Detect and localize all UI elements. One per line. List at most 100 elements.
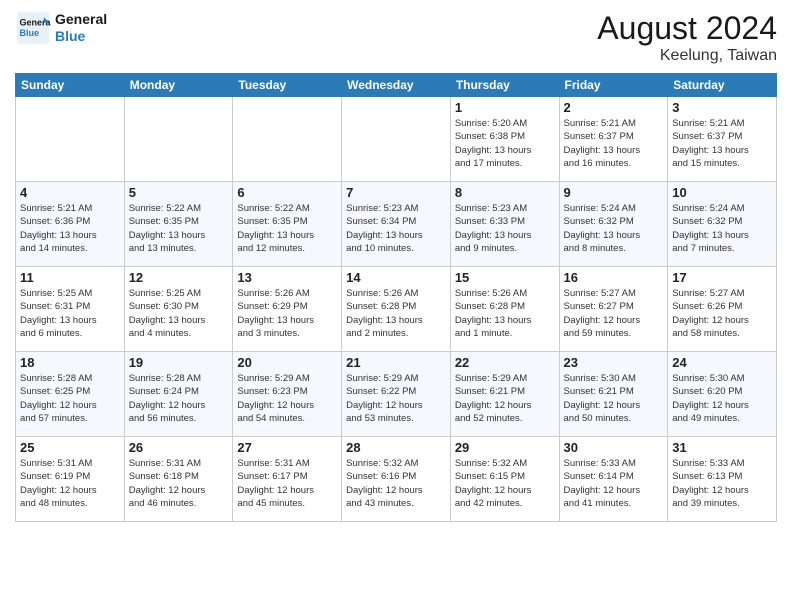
calendar-table: SundayMondayTuesdayWednesdayThursdayFrid…	[15, 73, 777, 522]
day-info: Sunrise: 5:23 AM Sunset: 6:34 PM Dayligh…	[346, 202, 446, 255]
day-info: Sunrise: 5:29 AM Sunset: 6:21 PM Dayligh…	[455, 372, 555, 425]
day-number: 29	[455, 440, 555, 455]
day-number: 19	[129, 355, 229, 370]
day-info: Sunrise: 5:30 AM Sunset: 6:21 PM Dayligh…	[564, 372, 664, 425]
col-header-wednesday: Wednesday	[342, 74, 451, 97]
day-cell: 14Sunrise: 5:26 AM Sunset: 6:28 PM Dayli…	[342, 267, 451, 352]
day-info: Sunrise: 5:28 AM Sunset: 6:24 PM Dayligh…	[129, 372, 229, 425]
day-number: 13	[237, 270, 337, 285]
day-info: Sunrise: 5:31 AM Sunset: 6:19 PM Dayligh…	[20, 457, 120, 510]
week-row-4: 18 Sunrise: 5:28 AM Sunset: 6:25 PM Dayli…	[16, 352, 777, 437]
day-number: 30	[564, 440, 664, 455]
col-header-saturday: Saturday	[668, 74, 777, 97]
day-info: Sunrise: 5:24 AM Sunset: 6:32 PM Dayligh…	[564, 202, 664, 255]
day-number: 26	[129, 440, 229, 455]
logo-blue: Blue	[55, 28, 107, 45]
col-header-thursday: Thursday	[450, 74, 559, 97]
day-number: 18	[20, 355, 120, 370]
day-cell: 5Sunrise: 5:22 AM Sunset: 6:35 PM Daylig…	[124, 182, 233, 267]
day-info: Sunrise: 5:29 AM Sunset: 6:22 PM Dayligh…	[346, 372, 446, 425]
day-cell: 21 Sunrise: 5:29 AM Sunset: 6:22 PM Dayli…	[342, 352, 451, 437]
day-number: 27	[237, 440, 337, 455]
day-info: Sunrise: 5:33 AM Sunset: 6:13 PM Dayligh…	[672, 457, 772, 510]
day-info: Sunrise: 5:33 AM Sunset: 6:14 PM Dayligh…	[564, 457, 664, 510]
day-number: 24	[672, 355, 772, 370]
day-cell: 20 Sunrise: 5:29 AM Sunset: 6:23 PM Dayli…	[233, 352, 342, 437]
day-cell: 12 Sunrise: 5:25 AM Sunset: 6:30 PM Dayli…	[124, 267, 233, 352]
day-info: Sunrise: 5:22 AM Sunset: 6:35 PM Dayligh…	[237, 202, 337, 255]
day-info: Sunrise: 5:24 AM Sunset: 6:32 PM Dayligh…	[672, 202, 772, 255]
day-cell: 4 Sunrise: 5:21 AM Sunset: 6:36 PM Daylig…	[16, 182, 125, 267]
day-number: 5	[129, 185, 229, 200]
col-header-friday: Friday	[559, 74, 668, 97]
day-cell: 10 Sunrise: 5:24 AM Sunset: 6:32 PM Dayli…	[668, 182, 777, 267]
day-cell: 31 Sunrise: 5:33 AM Sunset: 6:13 PM Dayli…	[668, 437, 777, 522]
page: General Blue General Blue August 2024 Ke…	[0, 0, 792, 532]
day-number: 6	[237, 185, 337, 200]
day-cell: 29Sunrise: 5:32 AM Sunset: 6:15 PM Dayli…	[450, 437, 559, 522]
header: General Blue General Blue August 2024 Ke…	[15, 10, 777, 65]
day-info: Sunrise: 5:25 AM Sunset: 6:30 PM Dayligh…	[129, 287, 229, 340]
day-info: Sunrise: 5:23 AM Sunset: 6:33 PM Dayligh…	[455, 202, 555, 255]
day-number: 7	[346, 185, 446, 200]
day-info: Sunrise: 5:20 AM Sunset: 6:38 PM Dayligh…	[455, 117, 555, 170]
logo-icon: General Blue	[15, 10, 51, 46]
day-number: 17	[672, 270, 772, 285]
day-cell: 28 Sunrise: 5:32 AM Sunset: 6:16 PM Dayli…	[342, 437, 451, 522]
day-cell: 9 Sunrise: 5:24 AM Sunset: 6:32 PM Daylig…	[559, 182, 668, 267]
day-number: 3	[672, 100, 772, 115]
day-info: Sunrise: 5:29 AM Sunset: 6:23 PM Dayligh…	[237, 372, 337, 425]
week-row-5: 25Sunrise: 5:31 AM Sunset: 6:19 PM Dayli…	[16, 437, 777, 522]
day-cell: 15Sunrise: 5:26 AM Sunset: 6:28 PM Dayli…	[450, 267, 559, 352]
col-header-monday: Monday	[124, 74, 233, 97]
day-cell: 16Sunrise: 5:27 AM Sunset: 6:27 PM Dayli…	[559, 267, 668, 352]
logo: General Blue General Blue	[15, 10, 107, 46]
day-cell: 11Sunrise: 5:25 AM Sunset: 6:31 PM Dayli…	[16, 267, 125, 352]
day-info: Sunrise: 5:21 AM Sunset: 6:37 PM Dayligh…	[672, 117, 772, 170]
day-number: 21	[346, 355, 446, 370]
day-number: 4	[20, 185, 120, 200]
day-cell: 24 Sunrise: 5:30 AM Sunset: 6:20 PM Dayli…	[668, 352, 777, 437]
day-number: 28	[346, 440, 446, 455]
header-row: SundayMondayTuesdayWednesdayThursdayFrid…	[16, 74, 777, 97]
day-info: Sunrise: 5:27 AM Sunset: 6:26 PM Dayligh…	[672, 287, 772, 340]
day-info: Sunrise: 5:31 AM Sunset: 6:18 PM Dayligh…	[129, 457, 229, 510]
day-info: Sunrise: 5:30 AM Sunset: 6:20 PM Dayligh…	[672, 372, 772, 425]
day-number: 11	[20, 270, 120, 285]
day-cell: 25Sunrise: 5:31 AM Sunset: 6:19 PM Dayli…	[16, 437, 125, 522]
day-number: 31	[672, 440, 772, 455]
title-block: August 2024 Keelung, Taiwan	[597, 10, 777, 65]
day-number: 22	[455, 355, 555, 370]
day-number: 8	[455, 185, 555, 200]
day-cell: 3 Sunrise: 5:21 AM Sunset: 6:37 PM Daylig…	[668, 97, 777, 182]
svg-text:Blue: Blue	[20, 28, 40, 38]
day-info: Sunrise: 5:28 AM Sunset: 6:25 PM Dayligh…	[20, 372, 120, 425]
day-info: Sunrise: 5:21 AM Sunset: 6:37 PM Dayligh…	[564, 117, 664, 170]
day-info: Sunrise: 5:32 AM Sunset: 6:16 PM Dayligh…	[346, 457, 446, 510]
day-info: Sunrise: 5:21 AM Sunset: 6:36 PM Dayligh…	[20, 202, 120, 255]
day-number: 20	[237, 355, 337, 370]
day-number: 23	[564, 355, 664, 370]
day-cell: 27Sunrise: 5:31 AM Sunset: 6:17 PM Dayli…	[233, 437, 342, 522]
day-number: 12	[129, 270, 229, 285]
week-row-3: 11Sunrise: 5:25 AM Sunset: 6:31 PM Dayli…	[16, 267, 777, 352]
day-number: 1	[455, 100, 555, 115]
day-cell: 23 Sunrise: 5:30 AM Sunset: 6:21 PM Dayli…	[559, 352, 668, 437]
col-header-tuesday: Tuesday	[233, 74, 342, 97]
day-number: 9	[564, 185, 664, 200]
col-header-sunday: Sunday	[16, 74, 125, 97]
day-number: 2	[564, 100, 664, 115]
day-info: Sunrise: 5:27 AM Sunset: 6:27 PM Dayligh…	[564, 287, 664, 340]
day-cell: 13Sunrise: 5:26 AM Sunset: 6:29 PM Dayli…	[233, 267, 342, 352]
day-cell	[233, 97, 342, 182]
day-cell	[124, 97, 233, 182]
day-cell	[342, 97, 451, 182]
logo-general: General	[55, 11, 107, 28]
day-number: 14	[346, 270, 446, 285]
day-cell: 7 Sunrise: 5:23 AM Sunset: 6:34 PM Daylig…	[342, 182, 451, 267]
month-title: August 2024	[597, 10, 777, 47]
day-number: 10	[672, 185, 772, 200]
day-cell: 17 Sunrise: 5:27 AM Sunset: 6:26 PM Dayli…	[668, 267, 777, 352]
week-row-1: 1 Sunrise: 5:20 AM Sunset: 6:38 PM Daylig…	[16, 97, 777, 182]
day-cell: 1 Sunrise: 5:20 AM Sunset: 6:38 PM Daylig…	[450, 97, 559, 182]
